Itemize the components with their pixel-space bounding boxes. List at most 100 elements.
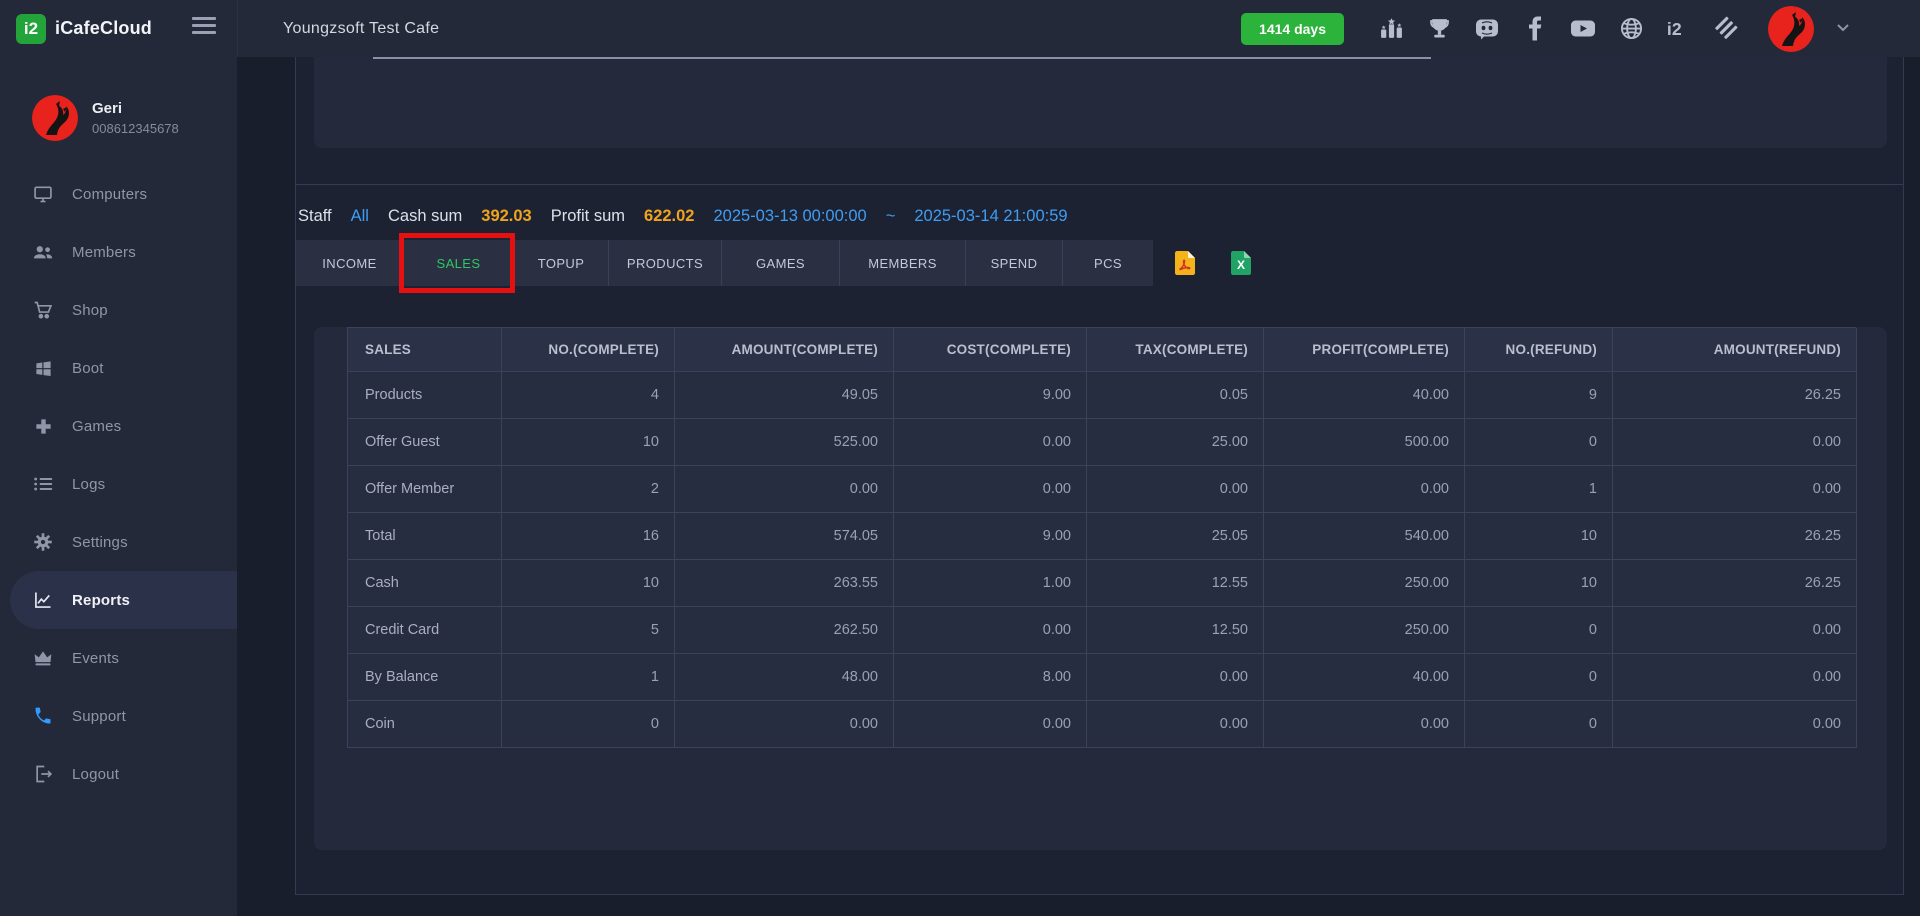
- tab-income[interactable]: INCOME: [296, 240, 404, 286]
- staff-filter-value[interactable]: All: [351, 207, 369, 226]
- date-to[interactable]: 2025-03-14 21:00:59: [914, 207, 1067, 226]
- date-from[interactable]: 2025-03-13 00:00:00: [713, 207, 866, 226]
- cell: 10: [502, 419, 675, 466]
- cell: 0.00: [1087, 701, 1264, 748]
- cell: 40.00: [1264, 372, 1465, 419]
- sidebar-item-boot[interactable]: Boot: [0, 339, 237, 397]
- cell: 0.00: [1087, 654, 1264, 701]
- cell: 1: [502, 654, 675, 701]
- stack-icon[interactable]: [1714, 16, 1740, 42]
- column-header: NO.(COMPLETE): [502, 328, 675, 372]
- sidebar-item-settings[interactable]: Settings: [0, 513, 237, 571]
- sidebar-item-members[interactable]: Members: [0, 223, 237, 281]
- row-label: By Balance: [348, 654, 502, 701]
- cafe-title: Youngzsoft Test Cafe: [283, 0, 439, 57]
- cell: 0.05: [1087, 372, 1264, 419]
- cell: 250.00: [1264, 607, 1465, 654]
- list-icon: [32, 475, 54, 493]
- cell: 0.00: [675, 701, 894, 748]
- hamburger-menu-icon[interactable]: [192, 17, 216, 38]
- row-label: Total: [348, 513, 502, 560]
- cell: 9: [1465, 372, 1613, 419]
- sidebar-item-computers[interactable]: Computers: [0, 165, 237, 223]
- tab-games[interactable]: GAMES: [722, 240, 840, 286]
- column-header: NO.(REFUND): [1465, 328, 1613, 372]
- sidebar-item-shop[interactable]: Shop: [0, 281, 237, 339]
- tab-pcs[interactable]: PCS: [1063, 240, 1153, 286]
- cell: 1.00: [894, 560, 1087, 607]
- cell: 26.25: [1613, 372, 1857, 419]
- cell: 0: [1465, 419, 1613, 466]
- tab-members[interactable]: MEMBERS: [840, 240, 966, 286]
- staff-label: Staff: [298, 207, 332, 226]
- cash-sum-label: Cash sum: [388, 207, 462, 226]
- excel-file-icon[interactable]: X: [1229, 250, 1253, 276]
- sidebar-item-logs[interactable]: Logs: [0, 455, 237, 513]
- cell: 5: [502, 607, 675, 654]
- windows-icon: [32, 359, 54, 378]
- row-label: Coin: [348, 701, 502, 748]
- cell: 10: [1465, 560, 1613, 607]
- cell: 12.55: [1087, 560, 1264, 607]
- cell: 0.00: [1264, 701, 1465, 748]
- facebook-icon[interactable]: [1522, 16, 1548, 42]
- cell: 0.00: [1613, 466, 1857, 513]
- tab-topup[interactable]: TOPUP: [514, 240, 609, 286]
- days-remaining-badge[interactable]: 1414 days: [1241, 13, 1344, 45]
- cell: 0.00: [675, 466, 894, 513]
- row-label: Cash: [348, 560, 502, 607]
- chevron-down-icon[interactable]: [1836, 20, 1850, 38]
- user-avatar[interactable]: [1768, 6, 1814, 52]
- globe-icon[interactable]: [1618, 16, 1644, 42]
- export-buttons: X: [1173, 250, 1253, 276]
- cell: 10: [502, 560, 675, 607]
- sidebar-item-logout[interactable]: Logout: [0, 745, 237, 803]
- column-header: PROFIT(COMPLETE): [1264, 328, 1465, 372]
- trophy-icon[interactable]: [1426, 16, 1452, 42]
- gear-icon: [32, 532, 54, 552]
- sidebar-item-label: Shop: [72, 302, 108, 319]
- sidebar-user[interactable]: Geri 008612345678: [0, 57, 237, 141]
- sidebar-item-reports[interactable]: Reports: [10, 571, 237, 629]
- svg-text:i2: i2: [1667, 19, 1682, 39]
- cell: 9.00: [894, 513, 1087, 560]
- cell: 1: [1465, 466, 1613, 513]
- discord-icon[interactable]: [1474, 16, 1500, 42]
- sidebar-item-label: Events: [72, 650, 119, 667]
- cell: 0.00: [894, 419, 1087, 466]
- sidebar-item-label: Members: [72, 244, 136, 261]
- icafe-icon[interactable]: i2: [1666, 16, 1692, 42]
- sidebar-avatar: [32, 95, 78, 141]
- gamepad-icon: [32, 417, 54, 436]
- cell: 0.00: [1087, 466, 1264, 513]
- sidebar-item-events[interactable]: Events: [0, 629, 237, 687]
- cell: 25.05: [1087, 513, 1264, 560]
- sidebar-item-label: Logout: [72, 766, 119, 783]
- brand: i2 iCafeCloud: [16, 0, 152, 57]
- brand-name: iCafeCloud: [55, 18, 152, 39]
- cell: 262.50: [675, 607, 894, 654]
- youtube-icon[interactable]: [1570, 16, 1596, 42]
- cell: 26.25: [1613, 513, 1857, 560]
- ranking-icon[interactable]: [1378, 16, 1404, 42]
- user-name: Geri: [92, 100, 179, 117]
- tab-sales[interactable]: SALES: [404, 240, 514, 286]
- cell: 0.00: [1264, 466, 1465, 513]
- cell: 48.00: [675, 654, 894, 701]
- report-tabs: INCOME SALES TOPUP PRODUCTS GAMES MEMBER…: [296, 240, 1153, 286]
- pdf-file-icon[interactable]: [1173, 250, 1197, 276]
- crown-icon: [32, 649, 54, 667]
- profit-sum-label: Profit sum: [551, 207, 625, 226]
- tab-products[interactable]: PRODUCTS: [609, 240, 722, 286]
- tab-spend[interactable]: SPEND: [966, 240, 1063, 286]
- sidebar-item-label: Computers: [72, 186, 147, 203]
- cell: 16: [502, 513, 675, 560]
- report-panel: Staff All Cash sum 392.03 Profit sum 622…: [295, 57, 1904, 895]
- logout-icon: [32, 764, 54, 784]
- sidebar-item-games[interactable]: Games: [0, 397, 237, 455]
- cell: 0: [502, 701, 675, 748]
- sidebar: Geri 008612345678 Computers Members Shop: [0, 57, 237, 916]
- report-tabs-row: INCOME SALES TOPUP PRODUCTS GAMES MEMBER…: [296, 240, 1903, 286]
- sidebar-item-support[interactable]: Support: [0, 687, 237, 745]
- cell: 40.00: [1264, 654, 1465, 701]
